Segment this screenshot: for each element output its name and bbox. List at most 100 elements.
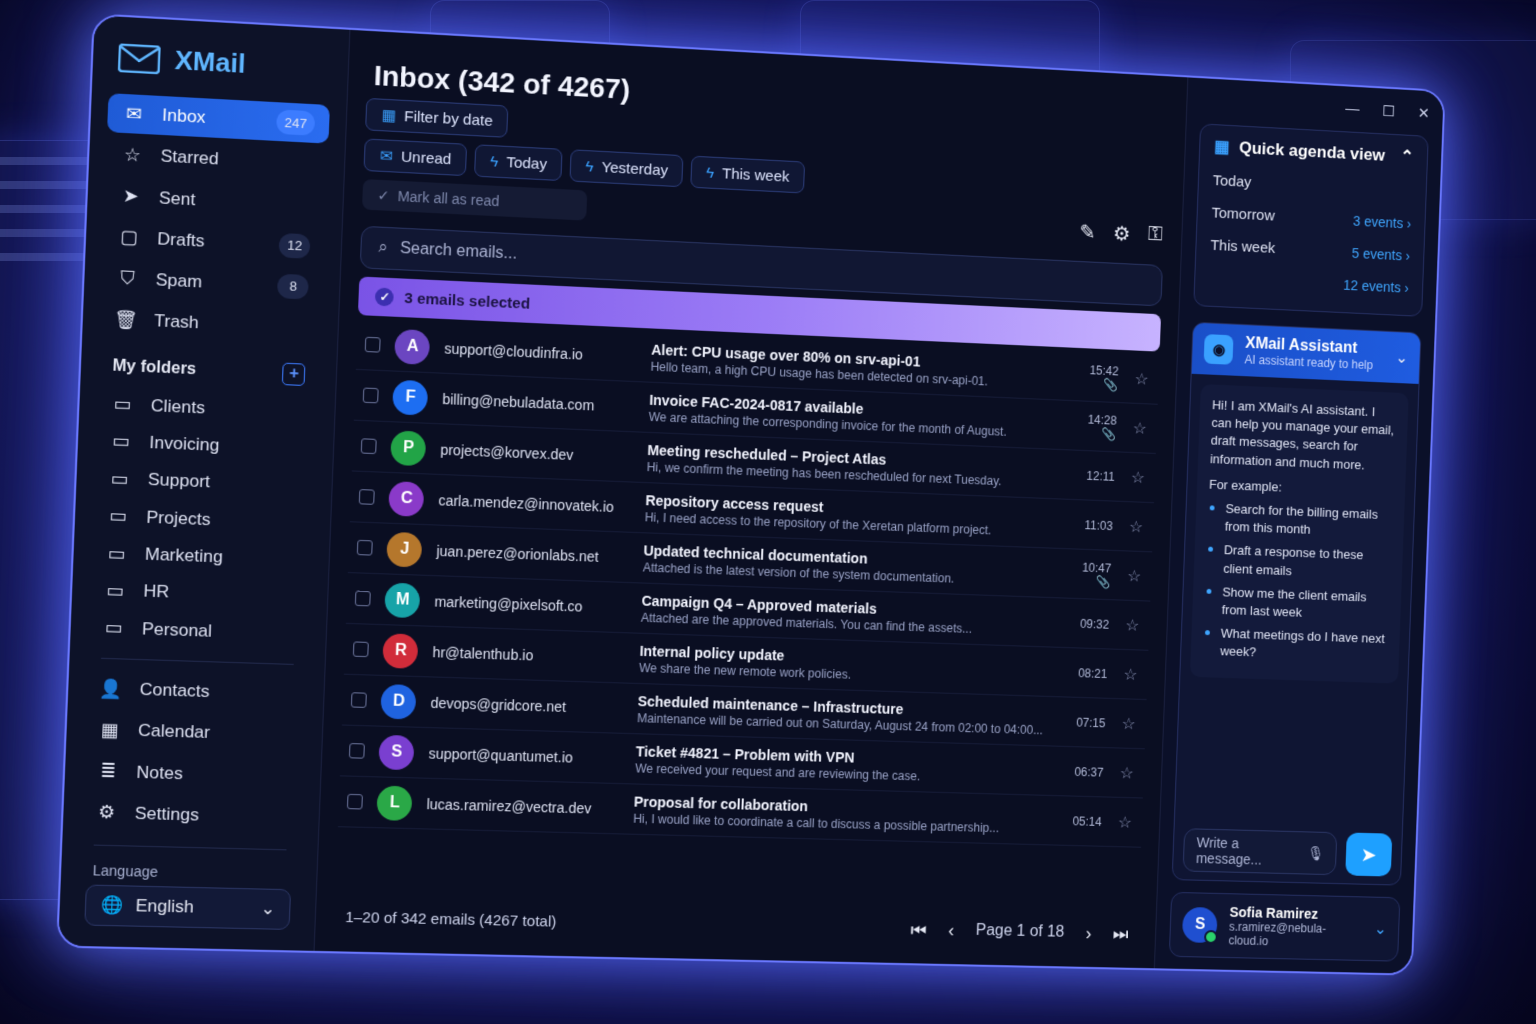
key-icon[interactable]: ⚿ <box>1147 223 1163 248</box>
sidebar-item-trash[interactable]: 🗑 Trash <box>99 299 323 348</box>
star-icon[interactable]: ☆ <box>1115 812 1135 832</box>
agenda-card: ▦ Quick agenda view ⌃ Today Tomorrow 3 ev… <box>1193 123 1429 317</box>
chevron-down-icon[interactable]: ⌄ <box>1395 348 1408 368</box>
email-content: Alert: CPU usage over 80% on srv-api-01 H… <box>650 341 1057 391</box>
sender-avatar: P <box>390 429 427 466</box>
sidebar-item-label: Settings <box>134 803 200 825</box>
row-checkbox[interactable] <box>361 438 378 455</box>
assistant-header[interactable]: ◉ XMail Assistant AI assistant ready to … <box>1192 322 1421 384</box>
email-meta: 10:47 📎 <box>1062 559 1112 589</box>
agenda-header[interactable]: ▦ Quick agenda view ⌃ <box>1214 137 1414 167</box>
close-button[interactable]: ✕ <box>1417 104 1430 122</box>
assistant-example[interactable]: Show me the client emails from last week <box>1204 583 1390 625</box>
next-page-button[interactable]: › <box>1085 923 1092 944</box>
folder-support[interactable]: ▭ Support <box>93 460 316 504</box>
row-checkbox[interactable] <box>347 793 364 810</box>
sidebar-item-notes[interactable]: ≣ Notes <box>81 751 305 796</box>
filter-chip-this-week[interactable]: ϟ This week <box>690 155 805 194</box>
calendar-icon: ▦ <box>381 106 397 125</box>
filter-chip-unread[interactable]: ✉ Unread <box>363 138 468 177</box>
sidebar-item-settings[interactable]: ⚙ Settings <box>80 793 304 838</box>
agenda-row-events: 3 events › <box>1352 212 1412 231</box>
assistant-intro: Hi! I am XMail's AI assistant. I can hel… <box>1209 397 1395 472</box>
email-meta: 15:42 📎 <box>1069 362 1119 392</box>
sender-avatar: S <box>378 734 415 770</box>
sidebar-item-contacts[interactable]: 👤 Contacts <box>84 669 308 715</box>
sender-address: carla.mendez@innovatek.io <box>438 491 615 515</box>
folder-invoicing[interactable]: ▭ Invoicing <box>94 423 317 467</box>
maximize-button[interactable]: ☐ <box>1382 102 1395 120</box>
assistant-message-input[interactable]: Write a message... 🎙 <box>1183 828 1338 876</box>
sender-address: juan.perez@orionlabs.net <box>436 542 599 565</box>
pencil-icon[interactable]: ✎ <box>1079 220 1096 245</box>
language-select[interactable]: 🌐 English ⌄ <box>84 884 292 931</box>
star-icon[interactable]: ☆ <box>1122 615 1142 635</box>
email-content: Proposal for collaboration Hi, I would li… <box>633 793 1040 836</box>
star-icon[interactable]: ☆ <box>1126 516 1146 536</box>
assistant-example[interactable]: Search for the billing emails from this … <box>1207 499 1393 542</box>
paperclip-icon: 📎 <box>1103 377 1119 392</box>
chevron-down-icon[interactable]: ⌄ <box>1374 919 1387 939</box>
star-icon[interactable]: ☆ <box>1117 763 1137 783</box>
folder-hr[interactable]: ▭ HR <box>88 572 312 615</box>
agenda-title: Quick agenda view <box>1238 138 1386 165</box>
assistant-example[interactable]: Draft a response to these client emails <box>1206 541 1392 583</box>
row-checkbox[interactable] <box>359 489 376 505</box>
chip-label: Today <box>506 153 548 173</box>
logo-icon <box>118 43 161 74</box>
row-checkbox[interactable] <box>351 692 368 708</box>
gear-icon[interactable]: ⚙ <box>1113 221 1131 246</box>
row-checkbox[interactable] <box>349 743 366 759</box>
row-checkbox[interactable] <box>363 387 380 404</box>
mark-all-read-button[interactable]: ✓ Mark all as read <box>362 179 588 221</box>
sender-avatar: F <box>392 379 429 416</box>
minimize-button[interactable]: — <box>1345 100 1360 118</box>
chevron-down-icon: ⌄ <box>260 898 276 919</box>
filter-chip-yesterday[interactable]: ϟ Yesterday <box>569 149 684 188</box>
chip-label: This week <box>721 164 790 186</box>
chip-label: Yesterday <box>601 158 669 179</box>
assistant-card: ◉ XMail Assistant AI assistant ready to … <box>1172 321 1422 886</box>
search-icon: ⌕ <box>378 238 388 257</box>
user-profile[interactable]: S Sofia Ramirez s.ramirez@nebula-cloud.i… <box>1169 891 1401 962</box>
folder-icon: ▭ <box>104 617 124 639</box>
globe-icon: 🌐 <box>100 895 124 916</box>
email-content: Ticket #4821 – Problem with VPN We receiv… <box>635 743 1042 787</box>
sidebar: XMail ✉ Inbox 247 ☆ Starred ➤ Sent ▢ Dra… <box>58 15 351 951</box>
gear-icon: ⚙ <box>97 801 116 823</box>
row-checkbox[interactable] <box>353 641 370 658</box>
sidebar-item-calendar[interactable]: ▦ Calendar <box>83 710 307 756</box>
row-checkbox[interactable] <box>357 539 374 556</box>
star-icon[interactable]: ☆ <box>1120 664 1140 684</box>
first-page-button[interactable]: ⏮ <box>910 919 927 940</box>
microphone-icon[interactable]: 🎙 <box>1307 845 1325 862</box>
filter-chip-today[interactable]: ϟ Today <box>474 144 563 182</box>
filter-by-date-button[interactable]: ▦ Filter by date <box>365 97 509 138</box>
row-checkbox[interactable] <box>355 590 372 607</box>
divider <box>93 844 287 851</box>
star-icon[interactable]: ☆ <box>1124 566 1144 586</box>
folder-label: Invoicing <box>149 432 220 455</box>
folder-personal[interactable]: ▭ Personal <box>87 610 311 653</box>
sender-avatar: J <box>386 531 423 568</box>
star-icon[interactable]: ☆ <box>1130 418 1150 439</box>
shield-icon: ⛉ <box>120 267 135 289</box>
row-checkbox[interactable] <box>365 336 382 353</box>
email-content: Internal policy update We share the new r… <box>639 642 1046 687</box>
pagination: ⏮ ‹ Page 1 of 18 › ⏭ <box>910 919 1128 945</box>
star-icon[interactable]: ☆ <box>1119 713 1139 733</box>
assistant-example[interactable]: What meetings do I have next week? <box>1203 624 1389 666</box>
send-button[interactable]: ➤ <box>1345 832 1393 877</box>
search-placeholder: Search emails... <box>399 239 518 263</box>
app-name: XMail <box>174 44 247 80</box>
folder-marketing[interactable]: ▭ Marketing <box>90 535 314 578</box>
last-page-button[interactable]: ⏭ <box>1112 924 1128 945</box>
star-icon[interactable]: ☆ <box>1132 369 1152 390</box>
folder-clients[interactable]: ▭ Clients <box>96 386 319 430</box>
folder-projects[interactable]: ▭ Projects <box>91 498 314 541</box>
chevron-up-icon[interactable]: ⌃ <box>1400 147 1414 167</box>
star-icon[interactable]: ☆ <box>1128 467 1148 487</box>
add-folder-button[interactable]: + <box>282 362 306 387</box>
sidebar-item-label: Notes <box>136 762 184 783</box>
prev-page-button[interactable]: ‹ <box>948 920 955 941</box>
